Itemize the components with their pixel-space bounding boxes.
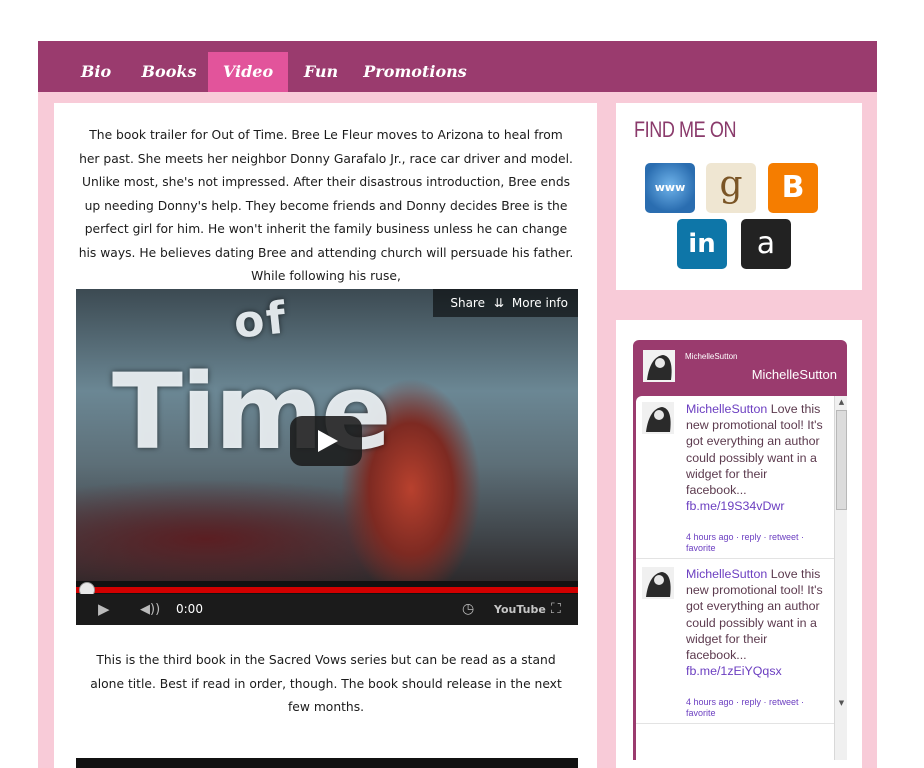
tweet-link[interactable]: fb.me/1zEiYQqsx	[686, 664, 782, 678]
twitter-handle-small[interactable]: MichelleSutton	[685, 352, 737, 361]
linkedin-icon[interactable]: in	[677, 219, 727, 269]
nav-item-bio[interactable]: Bio	[71, 52, 121, 92]
blogger-icon[interactable]: B	[768, 163, 818, 213]
more-info-button[interactable]: ⇊ More info	[494, 289, 568, 317]
watch-later-icon[interactable]: ◷	[462, 594, 474, 625]
tweet-user-link[interactable]: MichelleSutton	[686, 567, 767, 581]
goodreads-icon[interactable]: g	[706, 163, 756, 213]
progress-bar[interactable]	[76, 587, 578, 593]
avatar[interactable]	[643, 350, 675, 382]
avatar[interactable]	[642, 567, 674, 599]
scroll-up-icon[interactable]: ▲	[835, 396, 847, 408]
top-nav: Bio Books Video Fun Promotions	[38, 41, 877, 92]
tweet-link[interactable]: fb.me/19S34vDwr	[686, 499, 784, 513]
tweet-body: Love this new promotional tool! It's got…	[686, 402, 823, 498]
tweet-text: MichelleSutton Love this new promotional…	[686, 401, 826, 514]
find-me-title: FIND ME ON	[634, 117, 737, 142]
website-icon[interactable]: www	[645, 163, 695, 213]
find-me-widget: FIND ME ON www g B in a	[616, 103, 862, 290]
nav-item-video[interactable]: Video	[208, 52, 288, 92]
time-display: 0:00	[176, 602, 203, 616]
second-video-player[interactable]	[76, 758, 578, 768]
twitter-widget: MichelleSutton MichelleSutton MichelleSu…	[633, 340, 847, 760]
twitter-widget-box: MichelleSutton MichelleSutton MichelleSu…	[616, 320, 862, 768]
avatar-image	[642, 402, 674, 434]
chevron-down-icon: ⇊	[493, 296, 504, 310]
tweet-text: MichelleSutton Love this new promotional…	[686, 566, 826, 679]
intro-paragraph: The book trailer for Out of Time. Bree L…	[78, 128, 574, 283]
nav-item-promotions[interactable]: Promotions	[362, 52, 468, 92]
fullscreen-icon[interactable]: ⛶	[551, 594, 561, 625]
tweet-user-link[interactable]: MichelleSutton	[686, 402, 767, 416]
avatar-image	[642, 567, 674, 599]
tweet-actions[interactable]: 4 hours ago · reply · retweet · favorite	[686, 532, 828, 554]
tweet-actions[interactable]: 4 hours ago · reply · retweet · favorite	[686, 697, 828, 719]
volume-icon[interactable]: ◀))	[140, 594, 160, 625]
scrollbar-thumb[interactable]	[836, 410, 847, 510]
nav-item-books[interactable]: Books	[136, 52, 202, 92]
main-content: The book trailer for Out of Time. Bree L…	[54, 103, 597, 768]
avatar[interactable]	[642, 402, 674, 434]
more-info-label: More info	[511, 296, 568, 310]
video-player[interactable]: of Time Share ⇊ More info ▶ ◀)) 0:00 ◷ Yo…	[76, 289, 578, 625]
video-controls: ▶ ◀)) 0:00 ◷ YouTube ⛶	[76, 594, 578, 625]
youtube-logo[interactable]: YouTube	[494, 594, 546, 625]
play-icon[interactable]	[290, 416, 362, 466]
tweet-body: Love this new promotional tool! It's got…	[686, 567, 823, 663]
scrollbar[interactable]: ▲ ▼	[834, 396, 847, 760]
share-button[interactable]: Share	[450, 289, 485, 317]
page-frame: Bio Books Video Fun Promotions The book …	[38, 41, 877, 768]
nav-item-fun[interactable]: Fun	[295, 52, 347, 92]
play-small-icon[interactable]: ▶	[98, 594, 110, 625]
twitter-handle[interactable]: MichelleSutton	[752, 367, 837, 382]
avatar-image	[643, 350, 675, 382]
list-item: MichelleSutton Love this new promotional…	[636, 561, 834, 724]
scroll-down-icon[interactable]: ▼	[835, 697, 847, 709]
list-item: MichelleSutton Love this new promotional…	[636, 396, 834, 559]
tweet-list: MichelleSutton Love this new promotional…	[636, 396, 834, 760]
outro-paragraph: This is the third book in the Sacred Vow…	[90, 653, 562, 714]
amazon-icon[interactable]: a	[741, 219, 791, 269]
video-title-of: of	[231, 292, 290, 349]
